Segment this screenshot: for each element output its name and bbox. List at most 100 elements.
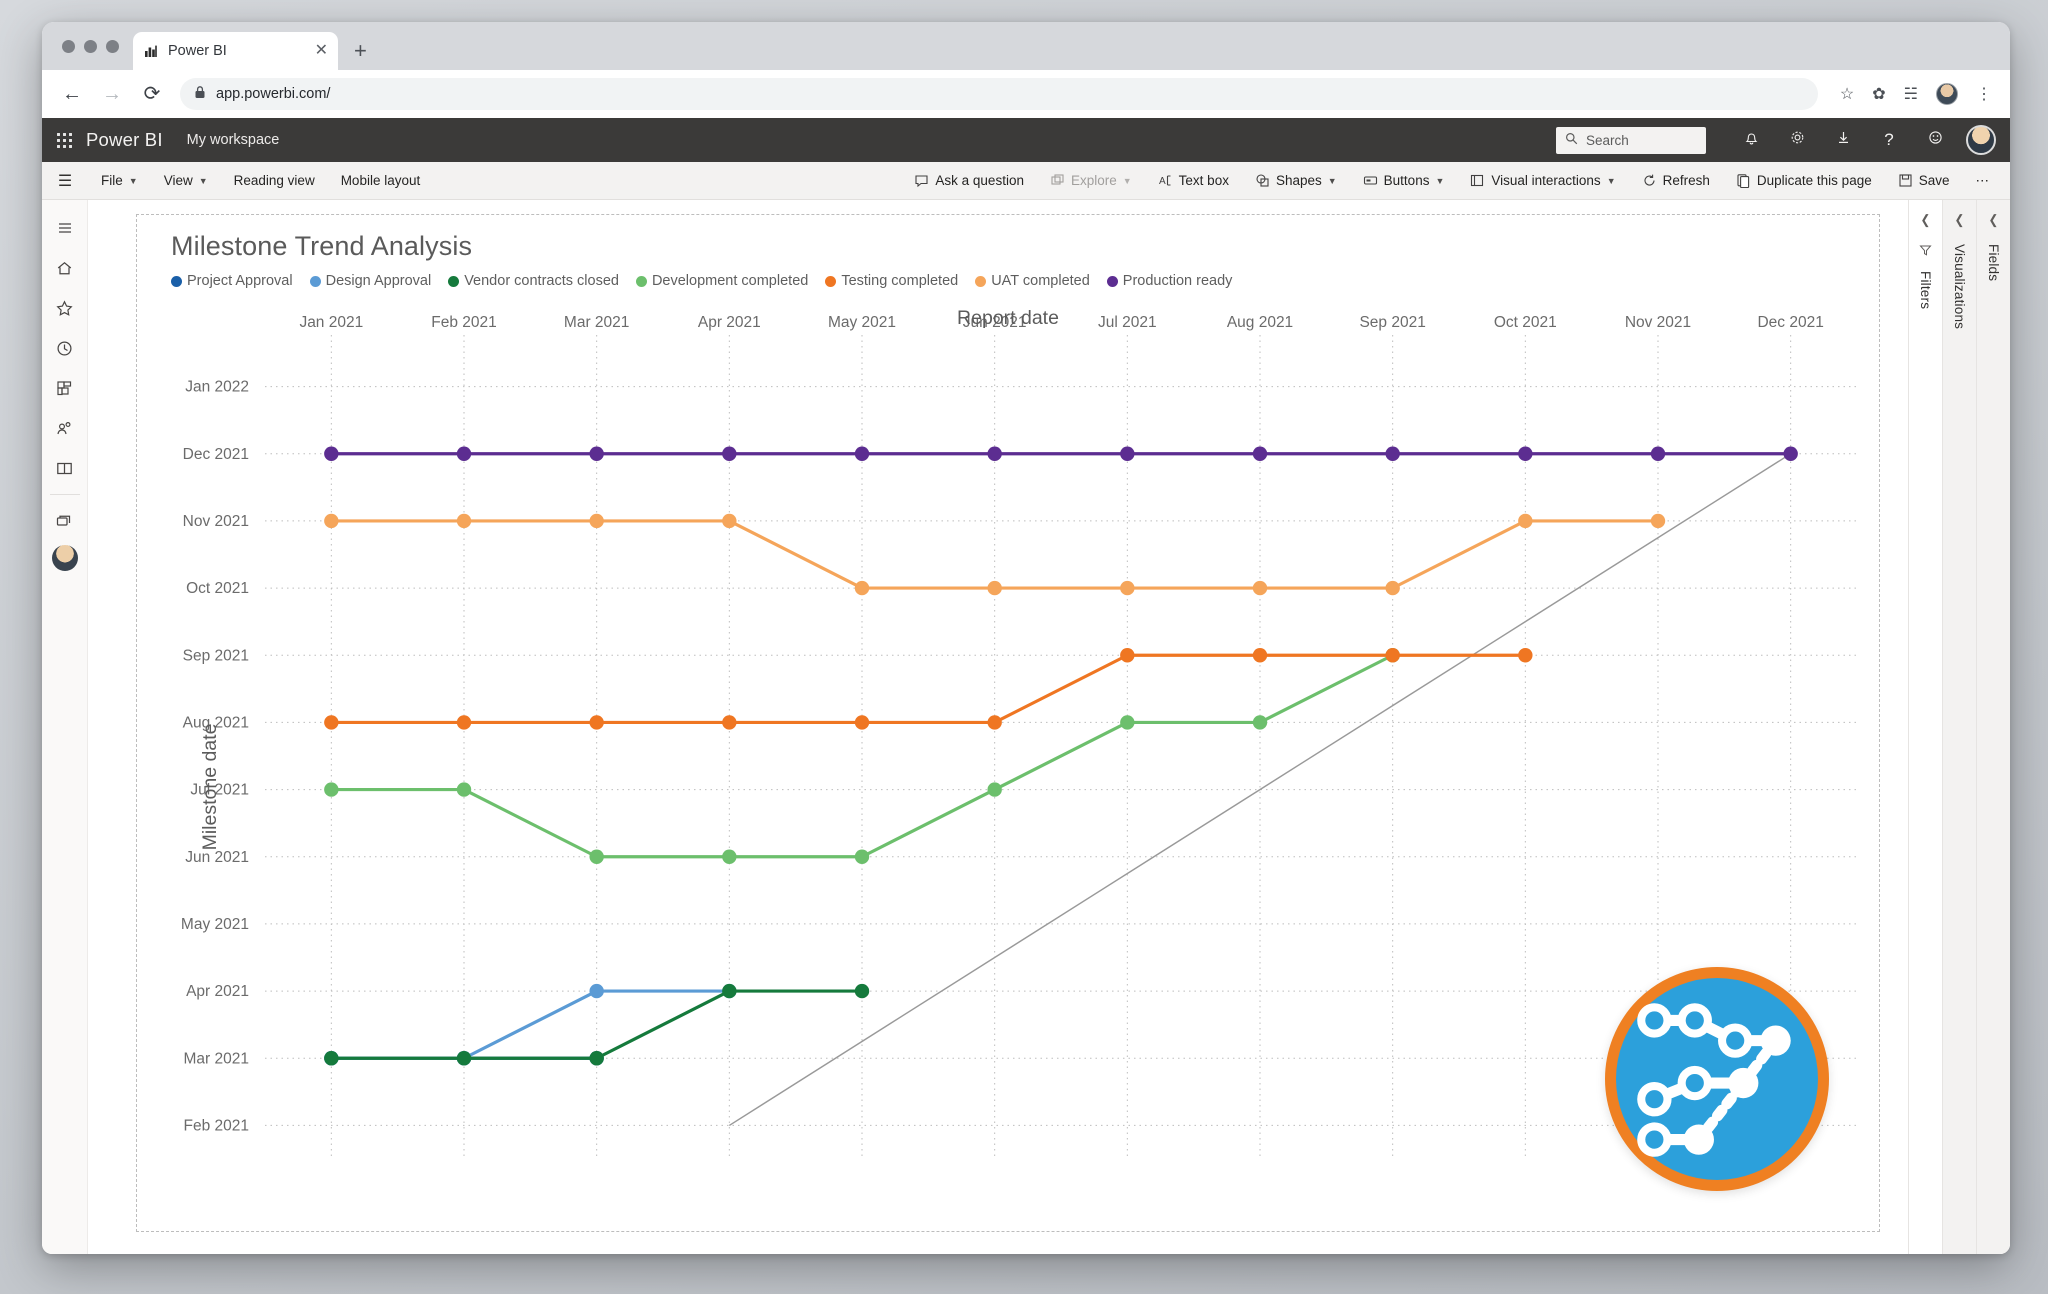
help-icon[interactable]: ? — [1866, 130, 1912, 150]
minimize-window-button[interactable] — [84, 39, 97, 53]
powerbi-brand[interactable]: Power BI — [86, 129, 187, 151]
puzzle-icon[interactable]: ✿ — [1872, 84, 1885, 104]
refresh-button[interactable]: Refresh — [1629, 162, 1723, 200]
refresh-icon — [1642, 173, 1657, 188]
legend-item-1[interactable]: Design Approval — [309, 273, 431, 289]
data-point — [1252, 715, 1268, 730]
chevron-left-icon[interactable]: ❮ — [1955, 212, 1965, 228]
browser-window: Power BI ✕ + ← → ⟳ app.powerbi.com/ ☆ ✿ … — [42, 22, 2010, 1254]
series-3 — [324, 648, 1400, 864]
ribbon-item-mobile-layout[interactable]: Mobile layout — [328, 162, 434, 200]
legend-label: Testing completed — [841, 273, 959, 289]
sidebar-item-nav-toggle[interactable] — [42, 208, 88, 248]
buttons-button[interactable]: Buttons ▼ — [1350, 162, 1458, 200]
series-5 — [324, 513, 1666, 596]
page-title: Milestone Trend Analysis — [171, 231, 473, 261]
sidebar-item-shared-with-me[interactable] — [42, 408, 88, 448]
legend-item-5[interactable]: UAT completed — [975, 273, 1090, 289]
legend-item-6[interactable]: Production ready — [1106, 273, 1233, 289]
sidebar-item-recent[interactable] — [42, 328, 88, 368]
x-axis-title: Report date — [957, 307, 1059, 329]
profile-icon[interactable] — [1936, 83, 1958, 105]
address-bar[interactable]: app.powerbi.com/ — [180, 78, 1818, 110]
browser-tab[interactable]: Power BI ✕ — [133, 32, 338, 70]
app-launcher-icon[interactable] — [42, 132, 86, 148]
window-traffic-lights[interactable] — [58, 22, 133, 70]
text-box-button[interactable]: A Text box — [1145, 162, 1242, 200]
forward-arrow-icon[interactable]: → — [100, 84, 124, 104]
workspace-name[interactable]: My workspace — [187, 132, 280, 148]
explore-button[interactable]: Explore ▼ — [1037, 162, 1145, 200]
shapes-button[interactable]: Shapes ▼ — [1242, 162, 1350, 200]
notifications-icon[interactable] — [1728, 129, 1774, 151]
star-icon[interactable]: ☆ — [1840, 84, 1854, 104]
user-avatar[interactable] — [51, 545, 78, 571]
data-point — [722, 446, 737, 461]
chart-legend[interactable]: Project Approval Design Approval Vendor … — [171, 273, 1232, 289]
series-6 — [324, 446, 1798, 461]
app-bar-right: Search ? — [1556, 125, 1996, 155]
report-ribbon: ☰ File ▼ View ▼ Reading view Mobile layo… — [42, 162, 2010, 200]
browser-tab-strip: Power BI ✕ + — [42, 22, 2010, 70]
y-tick-label: Jun 2021 — [185, 849, 249, 866]
visual-interactions-button[interactable]: Visual interactions ▼ — [1457, 162, 1628, 200]
sidebar-item-workspaces[interactable] — [42, 501, 88, 541]
ribbon-label: Text box — [1178, 173, 1229, 188]
ribbon-item-reading-view[interactable]: Reading view — [221, 162, 328, 200]
data-point — [1385, 648, 1400, 663]
sidebar-item-favorites[interactable] — [42, 288, 88, 328]
milestone-trend-logo-badge — [1605, 967, 1829, 1191]
sidebar-item-apps[interactable] — [42, 368, 88, 408]
feedback-smiley-icon[interactable] — [1912, 129, 1958, 151]
extension-icon[interactable]: ☵ — [1904, 84, 1918, 104]
user-avatar[interactable] — [1966, 125, 1996, 155]
sidebar-item-home[interactable] — [42, 248, 88, 288]
save-button[interactable]: Save — [1885, 162, 1963, 200]
ribbon-item-view[interactable]: View ▼ — [151, 162, 221, 200]
data-point — [1252, 446, 1268, 461]
legend-item-2[interactable]: Vendor contracts closed — [448, 273, 619, 289]
download-icon[interactable] — [1820, 129, 1866, 151]
y-tick-label: Mar 2021 — [184, 1050, 249, 1067]
filters-panel[interactable]: ❮ Filters — [1908, 200, 1942, 1254]
chevron-down-icon: ▼ — [1122, 175, 1132, 186]
data-point — [1385, 446, 1400, 461]
plus-icon[interactable]: + — [338, 32, 383, 70]
maximize-window-button[interactable] — [106, 39, 119, 53]
search-input[interactable]: Search — [1556, 126, 1706, 154]
y-tick-label: Nov 2021 — [183, 513, 249, 530]
bar-chart-icon — [143, 43, 159, 59]
back-arrow-icon[interactable]: ← — [60, 84, 84, 104]
fields-panel[interactable]: ❮ Fields — [1976, 200, 2010, 1254]
data-point — [589, 849, 604, 864]
close-window-button[interactable] — [62, 39, 75, 53]
sidebar-item-learn[interactable] — [42, 448, 88, 488]
legend-item-0[interactable]: Project Approval — [171, 273, 293, 289]
chevron-left-icon[interactable]: ❮ — [1989, 212, 1999, 228]
close-icon[interactable]: ✕ — [315, 43, 328, 59]
chevron-left-icon[interactable]: ❮ — [1921, 212, 1931, 228]
data-point — [987, 715, 1002, 730]
legend-swatch — [975, 275, 987, 287]
legend-item-3[interactable]: Development completed — [635, 273, 808, 289]
ribbon-label: View — [163, 173, 193, 188]
browser-toolbar-icons: ☆ ✿ ☵ ⋮ — [1834, 83, 1992, 105]
reload-icon[interactable]: ⟳ — [140, 84, 164, 104]
legend-label: Vendor contracts closed — [464, 273, 619, 289]
report-canvas[interactable]: Milestone Trend Analysis Project Approva… — [136, 214, 1880, 1232]
data-point — [722, 715, 737, 730]
legend-item-4[interactable]: Testing completed — [825, 273, 958, 289]
explore-icon — [1050, 173, 1065, 188]
more-options-button[interactable]: ⋯ — [1963, 162, 2003, 200]
y-tick-label: Jan 2022 — [185, 379, 249, 396]
ribbon-item-file[interactable]: File ▼ — [88, 162, 151, 200]
visualizations-panel[interactable]: ❮ Visualizations — [1942, 200, 1976, 1254]
ask-a-question-button[interactable]: Ask a question — [901, 162, 1037, 200]
kebab-menu-icon[interactable]: ⋮ — [1976, 84, 1992, 104]
settings-gear-icon[interactable] — [1774, 129, 1820, 151]
data-point — [589, 446, 604, 461]
legend-label: Production ready — [1122, 273, 1233, 289]
hamburger-menu-icon[interactable]: ☰ — [42, 171, 88, 191]
data-point — [324, 782, 339, 797]
duplicate-page-button[interactable]: Duplicate this page — [1723, 162, 1885, 200]
